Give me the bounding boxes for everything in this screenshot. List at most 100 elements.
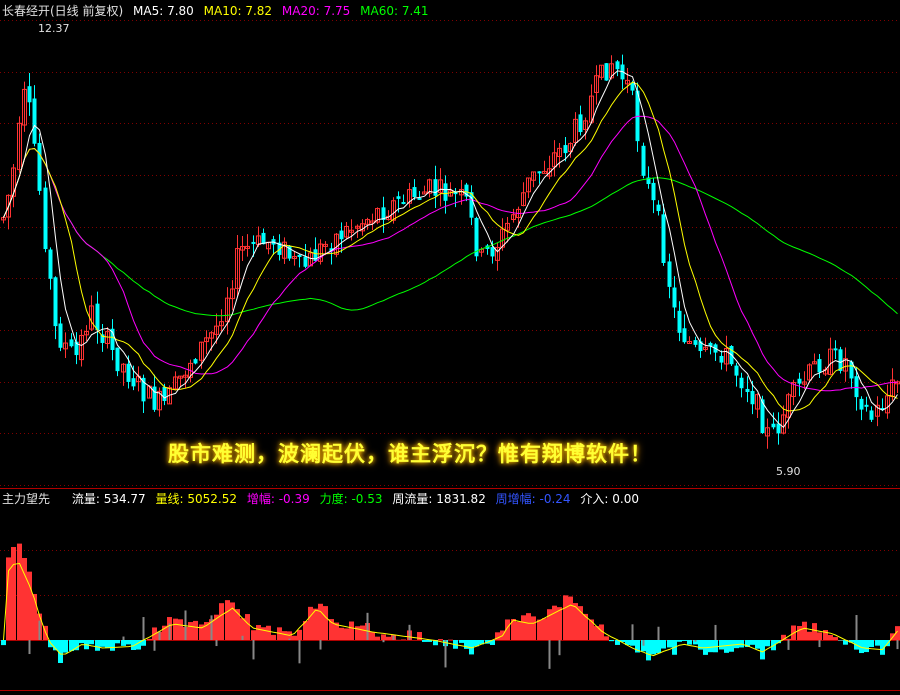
candle-body-down (417, 197, 422, 200)
slogan-banner: 股市难测，波澜起伏，谁主浮沉？惟有翔博软件！ (168, 441, 652, 466)
candle-body-down (401, 202, 406, 205)
indicator-bar (188, 622, 193, 640)
indicator-bar (261, 627, 266, 640)
candle-body-down (43, 187, 48, 250)
indicator-bar (297, 629, 302, 640)
indicator-bar (401, 639, 406, 640)
indicator-bar (604, 636, 609, 640)
indicator-bar (729, 640, 734, 652)
indicator-bar (719, 640, 724, 650)
indicator-bar (698, 640, 703, 650)
indicator-bar (375, 636, 380, 640)
indicator-bar (552, 605, 557, 640)
indicator-bar (121, 640, 126, 646)
indicator-bar (370, 632, 375, 640)
candle-body-down (115, 347, 120, 372)
indicator-bar (360, 625, 365, 640)
ma10-line (3, 81, 898, 412)
candle-body-down (797, 378, 802, 384)
kline-chart[interactable] (0, 0, 900, 695)
indicator-bar (542, 618, 547, 640)
indicator-bar (422, 640, 427, 642)
candle-body-down (656, 204, 661, 212)
candle-body-down (162, 386, 167, 401)
indicator-bar (724, 640, 729, 653)
indicator-bar (178, 619, 183, 640)
candle-body-down (833, 348, 838, 351)
candle-body-down (745, 388, 750, 393)
indicator-entry: 介入: 0.00 (580, 492, 639, 506)
indicator-bar (266, 625, 271, 640)
candle-body-down (604, 63, 609, 81)
indicator-bar (682, 640, 687, 641)
indicator-bar (531, 616, 536, 640)
low-price-label: 5.90 (776, 465, 801, 478)
candle-body-down (339, 230, 344, 240)
indicator-bar (100, 640, 105, 647)
candle-body-down (443, 183, 448, 201)
indicator-bar (557, 607, 562, 640)
ma5-line (3, 70, 898, 429)
indicator-bar (661, 640, 666, 649)
indicator-bar (802, 621, 807, 640)
indicator-bar (95, 640, 100, 651)
candle-body-down (641, 145, 646, 176)
candle-body-down (864, 404, 869, 407)
indicator-bar (817, 632, 822, 640)
candle-body-down (817, 359, 822, 373)
indicator-bar (797, 625, 802, 640)
indicator-bar (755, 640, 760, 649)
candle-body-down (69, 339, 74, 347)
indicator-bar (147, 638, 152, 640)
indicator-bar (219, 603, 224, 640)
indicator-bar (521, 615, 526, 640)
candle-body-down (661, 214, 666, 263)
candle-body-down (672, 287, 677, 308)
indicator-bar (833, 637, 838, 640)
indicator-bar (687, 640, 692, 645)
indicator-bar (750, 640, 755, 645)
chart-stage[interactable]: 长春经开(日线 前复权) MA5: 7.80 MA10: 7.82 MA20: … (0, 0, 900, 695)
candlesticks (1, 54, 900, 449)
indicator-header: 主力望先 流量: 534.77 量线: 5052.52 增幅: -0.39 力度… (2, 492, 645, 506)
indicator-bar (308, 606, 313, 640)
candle-body-down (719, 355, 724, 363)
candle-body-down (869, 410, 874, 420)
indicator-bar (381, 634, 386, 640)
candle-body-down (537, 171, 542, 174)
indicator-bar (339, 627, 344, 640)
indicator-bar (760, 640, 765, 660)
candle-body-down (490, 247, 495, 257)
indicator-bar (79, 640, 84, 644)
candle-body-down (53, 277, 58, 327)
indicator-bar (63, 640, 68, 653)
candle-body-down (412, 187, 417, 198)
indicator-bar (105, 640, 110, 649)
ma60-line (3, 147, 898, 317)
candle-body-down (750, 390, 755, 405)
candle-body-down (58, 323, 63, 348)
candle-body-down (27, 86, 32, 103)
indicator-bar (438, 639, 443, 640)
indicator-flow: 流量: 534.77 (71, 492, 146, 506)
indicator-bar (225, 600, 230, 640)
ma5-label: MA5: 7.80 (133, 4, 194, 18)
candle-body-down (303, 256, 308, 267)
indicator-bar (11, 547, 16, 640)
indicator-bar (765, 640, 770, 647)
indicator-bar (547, 609, 552, 640)
candle-body-down (297, 254, 302, 257)
candle-body-down (131, 378, 136, 387)
ma60-label: MA60: 7.41 (360, 4, 429, 18)
indicator-bar (323, 606, 328, 640)
indicator-strength: 力度: -0.53 (319, 492, 383, 506)
indicator-bar (526, 613, 531, 640)
ma20-line (3, 115, 898, 392)
indicator-bar (271, 634, 276, 640)
indicator-bar (459, 640, 464, 643)
indicator-bar (110, 640, 115, 651)
indicator-bar (667, 640, 672, 648)
indicator-bar (609, 640, 614, 642)
indicator-bar (630, 640, 635, 646)
candle-body-down (578, 114, 583, 133)
